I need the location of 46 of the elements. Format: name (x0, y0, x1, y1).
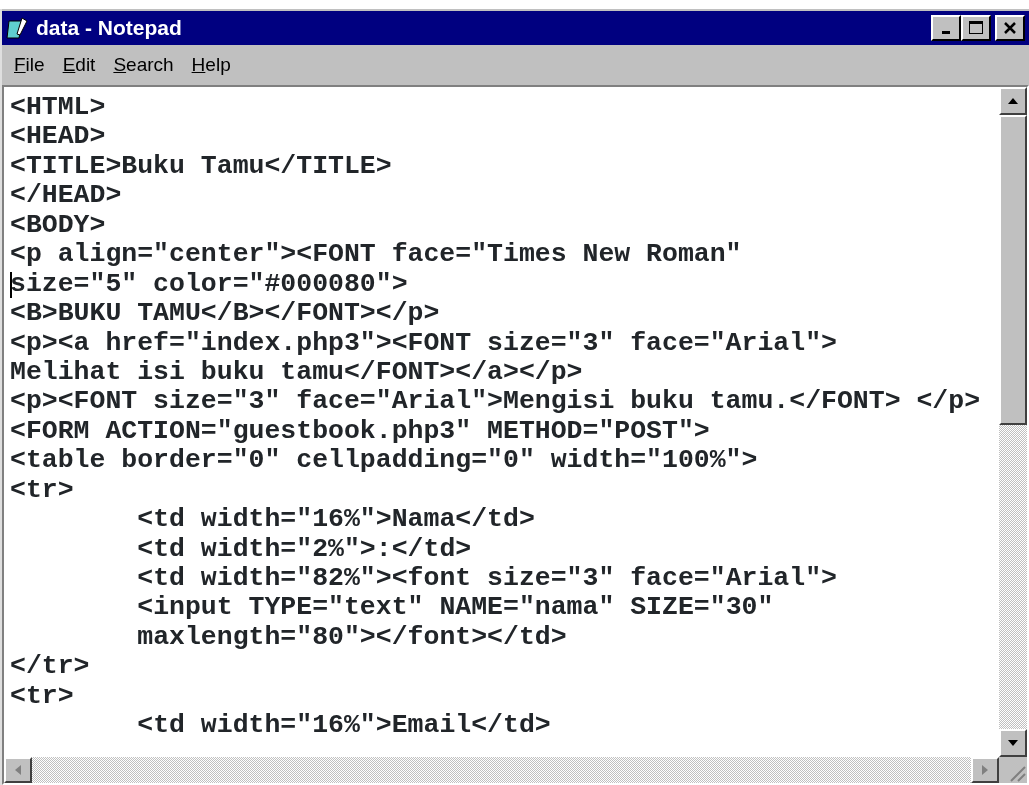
down-arrow-icon (1007, 739, 1019, 747)
code-line: Melihat isi buku tamu</FONT></a></p> (10, 356, 583, 387)
resize-grip-icon[interactable] (999, 757, 1027, 783)
code-line: <tr> (10, 680, 74, 711)
code-line: <HEAD> (10, 121, 106, 152)
code-line: <tr> (10, 474, 74, 505)
scroll-down-button[interactable] (999, 729, 1027, 757)
left-arrow-icon (14, 764, 22, 776)
code-line: size="5" color="#000080"> (10, 268, 408, 299)
code-line: <p><FONT size="3" face="Arial">Mengisi buku tamu.</FONT> </p> (10, 386, 981, 417)
code-line: </HEAD> (10, 180, 122, 211)
code-line: <FORM ACTION="guestbook.php3" METHOD="POST"> (10, 415, 710, 446)
menu-item[interactable]: Edit (56, 52, 108, 78)
code-line: maxlength="80"></font></td> (136, 621, 567, 652)
up-arrow-icon (1007, 97, 1019, 105)
menu-item[interactable]: Search (107, 52, 186, 78)
code-line: <td width="2%">:</td> (136, 533, 472, 564)
code-line: <td width="16%">Nama</td> (136, 504, 535, 535)
code-line: <table border="0" cellpadding="0" width="100%"> (10, 445, 758, 476)
code-line: <td width="16%">Email</td> (136, 710, 551, 741)
code-line: <input TYPE="text" NAME="nama" SIZE="30" (136, 592, 774, 623)
code-line: <td width="82%"><font size="3" face="Arial"> (136, 563, 837, 593)
code-line: <p><a href="index.php3"><FONT size="3" face="Arial"> (10, 327, 837, 358)
horizontal-scrollbar[interactable] (4, 757, 1027, 783)
minimize-icon (942, 31, 950, 34)
code-line: <TITLE>Buku Tamu</TITLE> (10, 150, 392, 181)
window-title: data - Notepad (36, 16, 182, 40)
notepad-icon (6, 16, 30, 40)
right-arrow-icon (981, 764, 989, 776)
scroll-left-button[interactable] (4, 757, 32, 783)
maximize-icon (968, 20, 984, 36)
scroll-thumb[interactable] (999, 115, 1027, 425)
code-line: <BODY> (10, 209, 106, 240)
menu-item[interactable]: Help (185, 52, 243, 78)
close-button[interactable] (995, 15, 1025, 41)
minimize-button[interactable] (931, 15, 961, 41)
scroll-up-button[interactable] (999, 87, 1027, 115)
vertical-scrollbar[interactable] (999, 87, 1027, 757)
code-line: <B>BUKU TAMU</B></FONT></p> (10, 298, 440, 329)
maximize-button[interactable] (961, 15, 991, 41)
scroll-right-button[interactable] (971, 757, 999, 783)
code-line: </tr> (10, 651, 90, 682)
menu-item[interactable]: File (8, 52, 57, 78)
code-line: <HTML> (10, 92, 106, 122)
code-line: <p align="center"><FONT face="Times New Roman" (10, 239, 742, 270)
close-icon (1003, 21, 1017, 35)
